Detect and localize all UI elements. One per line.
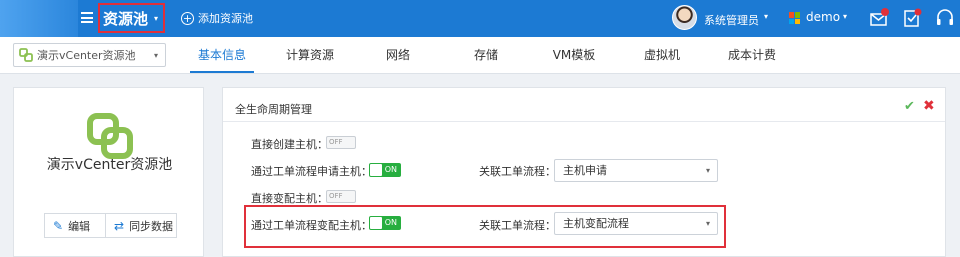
ticket-create-toggle[interactable]: ON — [369, 163, 401, 177]
module-switcher[interactable]: 资源池 ▾ — [98, 3, 165, 33]
tab-network[interactable]: 网络 — [378, 37, 418, 73]
chevron-down-icon: ▾ — [153, 51, 158, 60]
pool-card: 演示vCenter资源池 ✎ 编辑 ⇄ 同步数据 — [13, 87, 204, 257]
pool-selector-value: 演示vCenter资源池 — [37, 49, 136, 62]
add-pool-button[interactable]: + 添加资源池 — [181, 10, 253, 26]
tab-vm[interactable]: 虚拟机 — [635, 37, 689, 73]
create-flow-value: 主机申请 — [563, 164, 607, 177]
mail-alert-icon[interactable] — [869, 7, 891, 29]
panel-title: 全生命周期管理 — [235, 103, 312, 116]
menu-icon[interactable] — [81, 12, 93, 23]
tab-cost[interactable]: 成本计费 — [720, 37, 784, 73]
module-title: 资源池 — [103, 9, 149, 28]
tab-basic-info[interactable]: 基本信息 — [190, 37, 254, 73]
tab-bar: 演示vCenter资源池 ▾ 基本信息 计算资源 网络 存储 VM模板 虚拟机 … — [0, 37, 960, 74]
pool-selector[interactable]: 演示vCenter资源池 ▾ — [13, 43, 166, 67]
ticket-resize-label: 通过工单流程变配主机： — [251, 219, 372, 232]
create-flow-label: 关联工单流程： — [479, 165, 556, 178]
sync-button[interactable]: ⇄ 同步数据 — [105, 213, 177, 238]
ticket-resize-toggle[interactable]: ON — [369, 216, 401, 230]
add-pool-label: 添加资源池 — [198, 12, 253, 25]
tab-compute[interactable]: 计算资源 — [278, 37, 342, 73]
logo — [0, 0, 78, 37]
direct-create-toggle[interactable]: OFF — [326, 136, 356, 149]
plus-circle-icon: + — [181, 11, 194, 25]
lifecycle-panel: 全生命周期管理 ✔ ✖ 直接创建主机： OFF 通过工单流程申请主机： ON 关… — [222, 87, 946, 257]
direct-create-label: 直接创建主机： — [251, 138, 328, 151]
close-icon[interactable]: ✖ — [923, 98, 935, 114]
tenant-menu[interactable]: demo — [806, 10, 840, 24]
chevron-down-icon: ▾ — [705, 166, 710, 175]
divider — [223, 121, 945, 122]
approval-icon[interactable] — [902, 7, 924, 29]
headset-icon[interactable] — [934, 7, 956, 29]
resize-flow-select[interactable]: 主机变配流程 ▾ — [554, 212, 718, 235]
vcenter-logo-icon — [87, 113, 133, 159]
sync-icon: ⇄ — [114, 218, 125, 233]
chevron-down-icon[interactable]: ▾ — [843, 12, 847, 21]
windows-icon — [789, 12, 801, 24]
sync-label: 同步数据 — [129, 219, 174, 233]
direct-resize-toggle[interactable]: OFF — [326, 190, 356, 203]
edit-button[interactable]: ✎ 编辑 — [44, 213, 106, 238]
pool-icon — [19, 48, 33, 62]
avatar[interactable] — [672, 5, 697, 30]
chevron-down-icon[interactable]: ▾ — [764, 12, 768, 21]
ticket-create-label: 通过工单流程申请主机： — [251, 165, 372, 178]
create-flow-select[interactable]: 主机申请 ▾ — [554, 159, 718, 182]
edit-icon: ✎ — [53, 218, 64, 233]
resize-flow-label: 关联工单流程： — [479, 219, 556, 232]
chevron-down-icon: ▾ — [705, 219, 710, 228]
tab-storage[interactable]: 存储 — [466, 37, 506, 73]
pool-name: 演示vCenter资源池 — [46, 157, 173, 173]
direct-resize-label: 直接变配主机： — [251, 192, 328, 205]
chevron-down-icon: ▾ — [154, 13, 159, 23]
top-navigation-bar: 资源池 ▾ + 添加资源池 系统管理员 ▾ demo ▾ — [0, 0, 960, 37]
user-menu[interactable]: 系统管理员 — [704, 12, 759, 28]
tab-vm-template[interactable]: VM模板 — [545, 37, 603, 73]
edit-label: 编辑 — [68, 219, 91, 233]
resize-flow-value: 主机变配流程 — [563, 217, 629, 230]
check-icon[interactable]: ✔ — [904, 99, 915, 114]
